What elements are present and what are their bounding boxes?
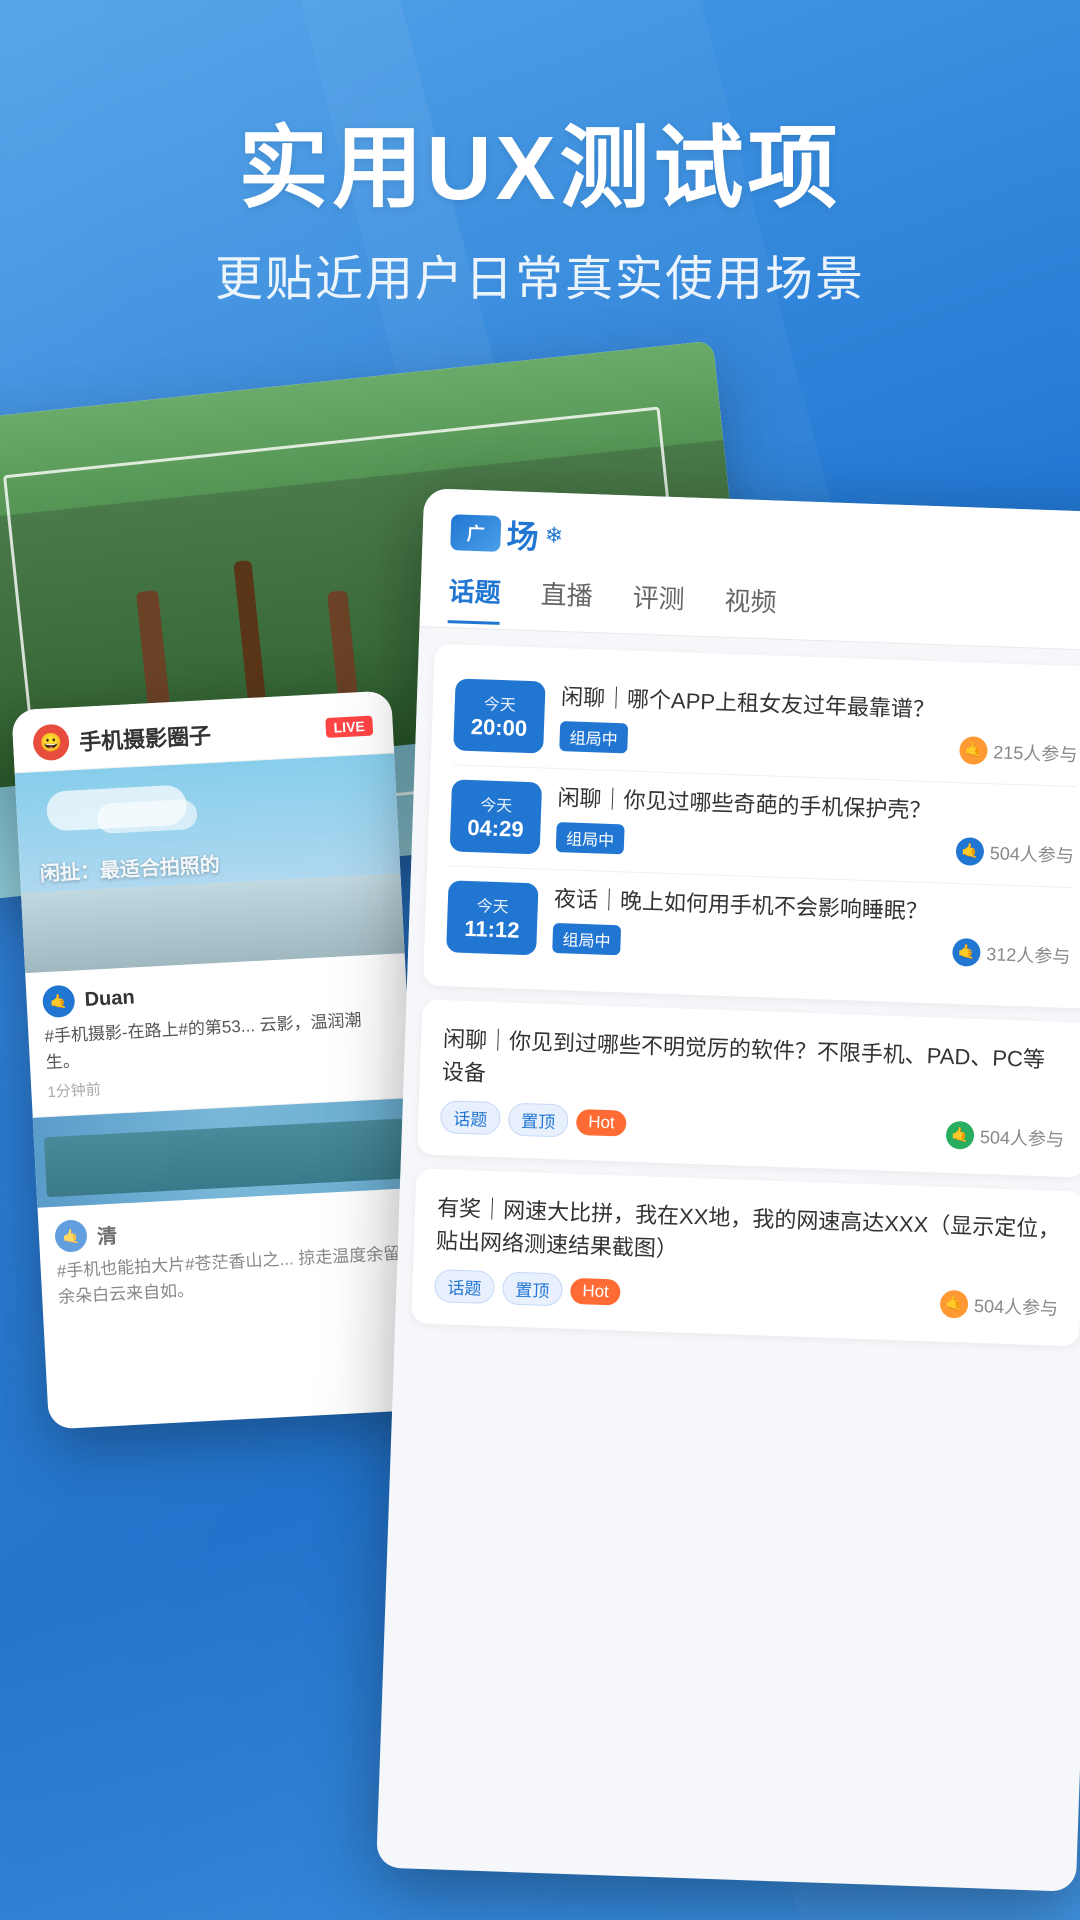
discussion-section: 今天 20:00 闲聊｜哪个APP上租女友过年最靠谱？ 组局中 🤙 215人参与 (394, 627, 1080, 1377)
participants-2: 🤙 504人参与 (955, 837, 1074, 869)
participants-single-1: 🤙 504人参与 (946, 1120, 1065, 1152)
participants-3: 🤙 312人参与 (952, 938, 1071, 970)
time-box-3: 今天 11:12 (446, 880, 538, 955)
channel-avatar: 😀 (32, 723, 70, 761)
live-badge: LIVE (325, 716, 373, 738)
header-area: 实用UX测试项 更贴近用户日常真实使用场景 (0, 0, 1080, 369)
disc-content-3: 夜话｜晚上如何用手机不会影响睡眠？ 组局中 🤙 312人参与 (552, 884, 1072, 971)
nav-tab-review[interactable]: 评测 (632, 578, 686, 632)
disc-item-3: 今天 11:12 夜话｜晚上如何用手机不会影响睡眠？ 组局中 🤙 312人参与 (446, 866, 1073, 988)
disc-single-card-2: 有奖｜网速大比拼，我在XX地，我的网速高达XXX（显示定位，贴出网络测速结果截图… (411, 1168, 1080, 1346)
disc-content-1: 闲聊｜哪个APP上租女友过年最靠谱？ 组局中 🤙 215人参与 (559, 682, 1079, 769)
badge-zuzhong-3: 组局中 (552, 923, 621, 955)
participant-icon-single-2: 🤙 (940, 1289, 969, 1318)
app-nav: 广 场 ❄ 话题 直播 评测 视频 (419, 488, 1080, 651)
cards-container: 😀 手机摄影圈子 LIVE 闲扯：最适合拍照的 🤙 Duan #手机摄影-在路上… (0, 380, 1080, 1920)
app-brand-row: 广 场 ❄ (450, 509, 1080, 577)
badge-pin-1: 置顶 (508, 1103, 569, 1138)
channel-name: 手机摄影圈子 (78, 713, 316, 757)
feed-username-2: 清 (96, 1219, 117, 1249)
feed-content-2: #手机也能拍大片#苍茫香山之... 掠走温度余留余朵白云来自如。 (56, 1241, 406, 1310)
participants-single-2: 🤙 504人参与 (940, 1289, 1059, 1321)
feed-avatar-2: 🤙 (54, 1219, 88, 1253)
badge-zuzhong-2: 组局中 (556, 822, 625, 854)
brand-text: 场 (506, 511, 540, 558)
disc-content-2: 闲聊｜你见过哪些奇葩的手机保护壳？ 组局中 🤙 504人参与 (556, 783, 1076, 870)
badge-hot-2: Hot (570, 1277, 621, 1305)
feed-username-1: Duan (84, 986, 135, 1012)
disc-badges-row-1: 话题 置顶 Hot (440, 1100, 628, 1139)
disc-grouped-card: 今天 20:00 闲聊｜哪个APP上租女友过年最靠谱？ 组局中 🤙 215人参与 (423, 644, 1080, 1009)
feed-avatar-1: 🤙 (42, 985, 76, 1019)
feed-item-1: 🤙 Duan #手机摄影-在路上#的第53... 云影，温润潮生。 1分钟前 (25, 953, 412, 1118)
badge-topic-1: 话题 (440, 1100, 501, 1135)
participant-icon-3: 🤙 (952, 938, 981, 967)
time-box-1: 今天 20:00 (453, 678, 545, 753)
disc-single-card-1: 闲聊｜你见到过哪些不明觉厉的软件？不限手机、PAD、PC等设备 话题 置顶 Ho… (417, 999, 1080, 1177)
disc-single-title-1: 闲聊｜你见到过哪些不明觉厉的软件？不限手机、PAD、PC等设备 (441, 1022, 1067, 1110)
participant-icon-1: 🤙 (959, 736, 988, 765)
participants-1: 🤙 215人参与 (959, 736, 1078, 768)
badge-hot-1: Hot (576, 1108, 627, 1136)
nav-tab-video[interactable]: 视频 (723, 581, 777, 635)
brand-snowflake-icon: ❄ (544, 522, 563, 549)
disc-badges-row-2: 话题 置顶 Hot (434, 1269, 622, 1308)
sub-title: 更贴近用户日常真实使用场景 (0, 239, 1080, 309)
badge-zuzhong-1: 组局中 (559, 721, 628, 753)
disc-single-title-2: 有奖｜网速大比拼，我在XX地，我的网速高达XXX（显示定位，贴出网络测速结果截图… (435, 1191, 1061, 1279)
participant-icon-2: 🤙 (955, 837, 984, 866)
app-card: 广 场 ❄ 话题 直播 评测 视频 今天 20:00 (376, 488, 1080, 1892)
time-box-2: 今天 04:29 (450, 779, 542, 854)
main-title: 实用UX测试项 (0, 120, 1080, 219)
phone-mock-card: 😀 手机摄影圈子 LIVE 闲扯：最适合拍照的 🤙 Duan #手机摄影-在路上… (11, 691, 428, 1430)
nav-tab-topic[interactable]: 话题 (448, 571, 502, 625)
feed-image: 闲扯：最适合拍照的 (15, 753, 405, 973)
participant-icon-single-1: 🤙 (946, 1120, 975, 1149)
feed-item-2: 🤙 清 #手机也能拍大片#苍茫香山之... 掠走温度余留余朵白云来自如。 (37, 1188, 423, 1325)
badge-pin-2: 置顶 (502, 1271, 563, 1306)
badge-topic-2: 话题 (434, 1269, 495, 1304)
nav-tab-live[interactable]: 直播 (540, 574, 594, 628)
brand-icon: 广 (450, 514, 501, 552)
